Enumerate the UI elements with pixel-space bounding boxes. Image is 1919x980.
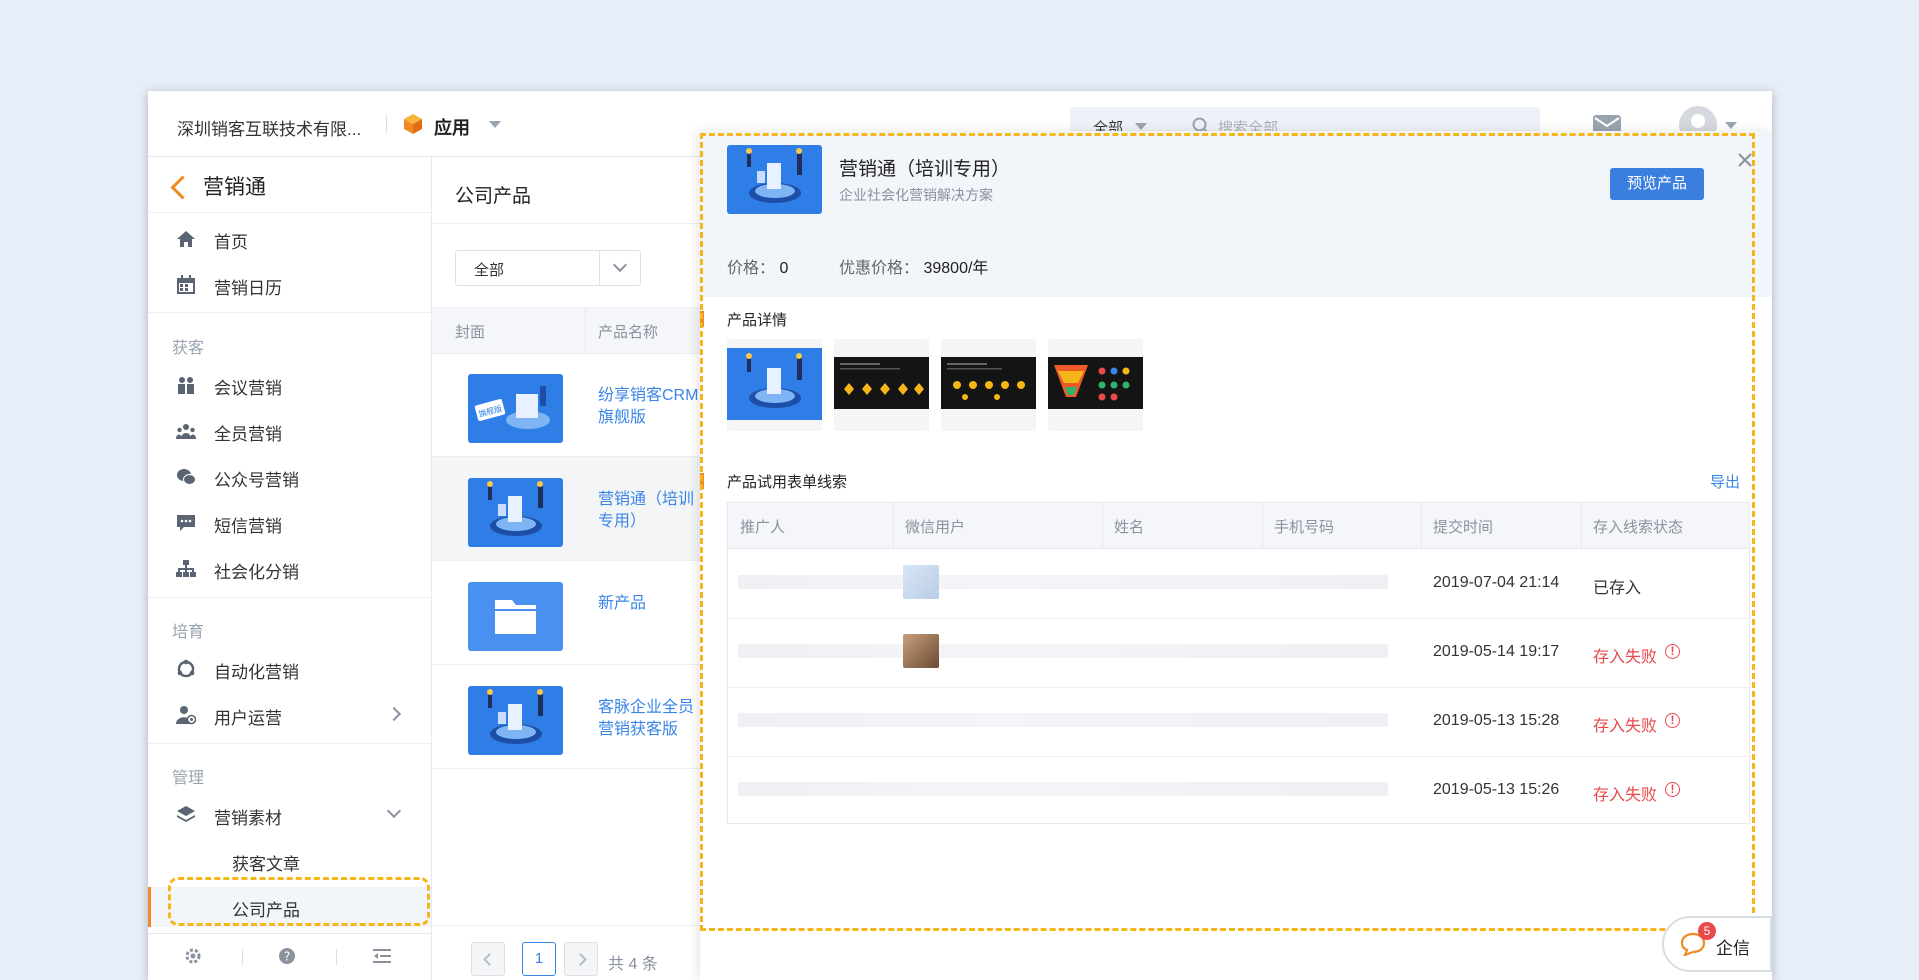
unread-badge: 5: [1698, 922, 1716, 940]
layers-icon: [177, 806, 195, 822]
sidebar-title: 营销通: [203, 176, 266, 199]
highlight-box: [168, 877, 430, 926]
chevron-down-icon: [612, 257, 628, 273]
chevron-down-icon[interactable]: [1135, 123, 1147, 130]
product-cover-image[interactable]: [468, 686, 563, 755]
sidebar-item-sms[interactable]: 短信营销: [148, 503, 431, 543]
sidebar-item-label: 营销日历: [214, 279, 282, 298]
next-page-button[interactable]: [564, 942, 598, 976]
divider: [148, 743, 431, 744]
filter-select[interactable]: 全部: [455, 250, 641, 286]
chevron-down-icon: [386, 803, 402, 819]
column-header: 封面: [455, 324, 486, 341]
divider: [148, 312, 431, 313]
sidebar-item-label: 自动化营销: [214, 663, 299, 682]
prev-page-button[interactable]: [471, 942, 505, 976]
qixin-label: 企信: [1716, 939, 1750, 958]
app-window: 深圳销客互联技术有限... 应用 全部 搜索全部 营销通 首页 营销日历 获客 …: [148, 91, 1772, 980]
sidebar-item-distribution[interactable]: 社会化分销: [148, 549, 431, 589]
page-number[interactable]: 1: [522, 942, 556, 976]
sidebar-item-user-ops[interactable]: 用户运营: [148, 695, 431, 735]
sidebar-item-all-staff[interactable]: 全员营销: [148, 411, 431, 451]
company-name[interactable]: 深圳销客互联技术有限...: [177, 115, 361, 140]
product-cover-image[interactable]: [468, 582, 563, 651]
chevron-down-icon[interactable]: [1725, 122, 1737, 129]
box-icon: [404, 114, 422, 134]
sidebar-item-calendar[interactable]: 营销日历: [148, 265, 431, 305]
divider: [148, 212, 431, 213]
sidebar-item-label: 首页: [214, 233, 248, 252]
chevron-down-icon[interactable]: [489, 121, 501, 128]
sidebar: 营销通 首页 营销日历 获客 会议营销 全员营销 公众号营销 短信营销 社会化分…: [148, 157, 432, 980]
user-ops-icon: [176, 706, 196, 725]
people-icon: [176, 424, 196, 439]
wechat-icon: [177, 469, 196, 485]
svg-text:?: ?: [284, 950, 290, 964]
section-label: 管理: [172, 770, 205, 787]
home-icon: [177, 231, 195, 247]
chevron-right-icon: [386, 706, 402, 722]
section-label: 培育: [172, 624, 205, 641]
divider: [148, 597, 431, 598]
sidebar-item-label: 用户运营: [214, 709, 282, 728]
column-separator: [585, 308, 586, 353]
sidebar-item-label: 获客文章: [232, 855, 300, 874]
product-name-link[interactable]: 新产品: [598, 593, 708, 615]
product-name-link[interactable]: 纷享销客CRM旗舰版: [598, 385, 708, 429]
divider: [242, 949, 243, 965]
sidebar-item-label: 会议营销: [214, 379, 282, 398]
total-count: 共 4 条: [608, 956, 658, 973]
automation-icon: [177, 659, 195, 678]
hierarchy-icon: [176, 560, 196, 577]
column-header: 产品名称: [598, 324, 659, 341]
back-arrow-icon[interactable]: [170, 175, 195, 200]
collapse-menu-icon[interactable]: [373, 947, 391, 965]
filter-value: 全部: [474, 262, 505, 279]
calendar-icon: [177, 275, 195, 294]
sidebar-item-materials[interactable]: 营销素材: [148, 795, 431, 835]
sidebar-item-automation[interactable]: 自动化营销: [148, 649, 431, 689]
active-indicator: [148, 887, 151, 927]
sms-icon: [177, 515, 195, 531]
meeting-icon: [178, 377, 194, 394]
product-name-link[interactable]: 客脉企业全员营销获客版: [598, 697, 708, 741]
sidebar-item-label: 全员营销: [214, 425, 282, 444]
product-cover-image[interactable]: 旗舰版: [468, 374, 563, 443]
sidebar-item-wechat[interactable]: 公众号营销: [148, 457, 431, 497]
product-cover-image[interactable]: [468, 478, 563, 547]
section-label: 获客: [172, 340, 205, 357]
app-menu-label[interactable]: 应用: [434, 114, 470, 140]
help-icon[interactable]: ?: [278, 947, 296, 965]
divider: [599, 251, 600, 285]
sidebar-item-articles[interactable]: 获客文章: [148, 841, 431, 881]
product-name-link[interactable]: 营销通（培训专用）: [598, 489, 708, 533]
sidebar-item-home[interactable]: 首页: [148, 219, 431, 259]
highlight-box: [700, 133, 1755, 931]
qixin-chat-button[interactable]: 5 企信: [1662, 916, 1772, 972]
sidebar-item-meeting[interactable]: 会议营销: [148, 365, 431, 405]
sidebar-item-label: 社会化分销: [214, 563, 299, 582]
page-title: 公司产品: [455, 186, 532, 207]
divider: [336, 949, 337, 965]
divider: [386, 115, 387, 133]
sidebar-item-label: 公众号营销: [214, 471, 299, 490]
sidebar-item-label: 营销素材: [214, 809, 282, 828]
sidebar-footer: ?: [148, 933, 431, 980]
sidebar-item-label: 短信营销: [214, 517, 282, 536]
gear-icon[interactable]: [184, 947, 202, 965]
